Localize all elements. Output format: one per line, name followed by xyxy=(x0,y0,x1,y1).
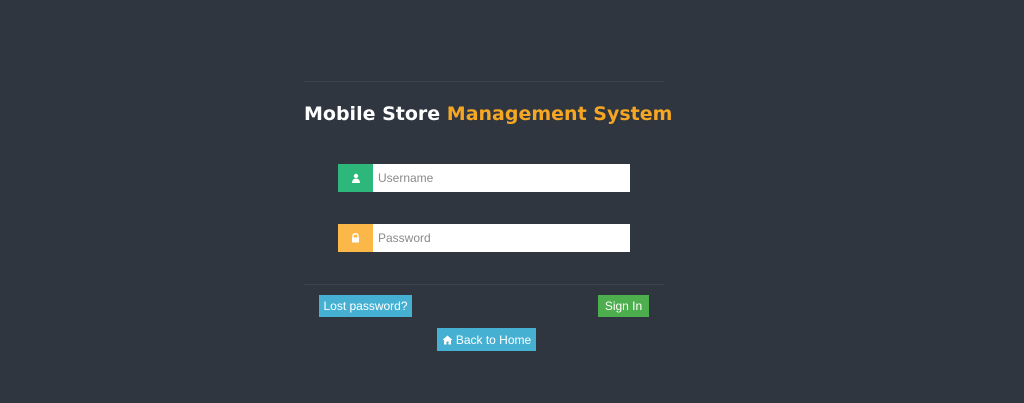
title-primary: Mobile Store xyxy=(304,103,441,125)
home-icon xyxy=(442,335,453,345)
username-field-group xyxy=(338,164,630,192)
back-to-home-label: Back to Home xyxy=(455,332,532,347)
password-input[interactable] xyxy=(373,224,630,252)
lost-password-label: Lost password? xyxy=(323,299,408,313)
user-icon xyxy=(338,164,373,192)
page-title: Mobile Store Management System xyxy=(304,103,672,125)
top-divider xyxy=(304,81,664,82)
lost-password-button[interactable]: Lost password? xyxy=(319,295,412,317)
username-input[interactable] xyxy=(373,164,630,192)
sign-in-button[interactable]: Sign In xyxy=(598,295,649,317)
password-field-group xyxy=(338,224,630,252)
back-to-home-button[interactable]: Back to Home xyxy=(437,328,536,351)
title-accent: Management System xyxy=(446,103,673,125)
bottom-divider xyxy=(304,284,664,285)
lock-icon xyxy=(338,224,373,252)
sign-in-label: Sign In xyxy=(604,299,643,313)
